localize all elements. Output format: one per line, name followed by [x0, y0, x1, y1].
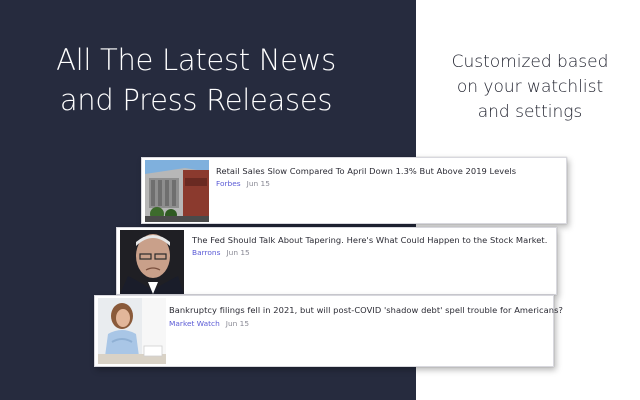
news-source-link[interactable]: Market Watch: [169, 319, 220, 328]
news-meta: Barrons Jun 15: [192, 248, 250, 257]
news-date: Jun 15: [225, 319, 250, 328]
side-caption-line-2: on your watchlist: [456, 77, 604, 97]
news-headline[interactable]: Bankruptcy filings fell in 2021, but wil…: [169, 305, 563, 315]
news-meta: Market Watch Jun 15: [169, 319, 249, 328]
news-card[interactable]: The Fed Should Talk About Tapering. Here…: [116, 227, 557, 295]
man-portrait-photo-icon: [120, 230, 184, 294]
news-date: Jun 15: [246, 179, 270, 188]
news-source-link[interactable]: Forbes: [216, 179, 241, 188]
hero-title: All The Latest News and Press Releases: [0, 40, 392, 120]
store-building-photo-icon: [145, 160, 209, 222]
side-caption-line-1: Customized based: [451, 52, 609, 72]
news-card[interactable]: Bankruptcy filings fell in 2021, but wil…: [94, 295, 563, 367]
side-caption: Customized based on your watchlist and s…: [420, 50, 640, 125]
news-card[interactable]: Retail Sales Slow Compared To April Down…: [141, 157, 567, 224]
news-source-link[interactable]: Barrons: [192, 248, 220, 257]
woman-at-desk-photo-icon: [98, 298, 166, 364]
news-headline[interactable]: Retail Sales Slow Compared To April Down…: [216, 166, 516, 176]
news-date: Jun 15: [226, 248, 250, 257]
news-headline[interactable]: The Fed Should Talk About Tapering. Here…: [192, 235, 547, 245]
hero-title-line-1: All The Latest News: [56, 43, 336, 77]
hero-title-line-2: and Press Releases: [59, 83, 333, 117]
side-caption-line-3: and settings: [477, 102, 583, 122]
news-meta: Forbes Jun 15: [216, 179, 270, 188]
